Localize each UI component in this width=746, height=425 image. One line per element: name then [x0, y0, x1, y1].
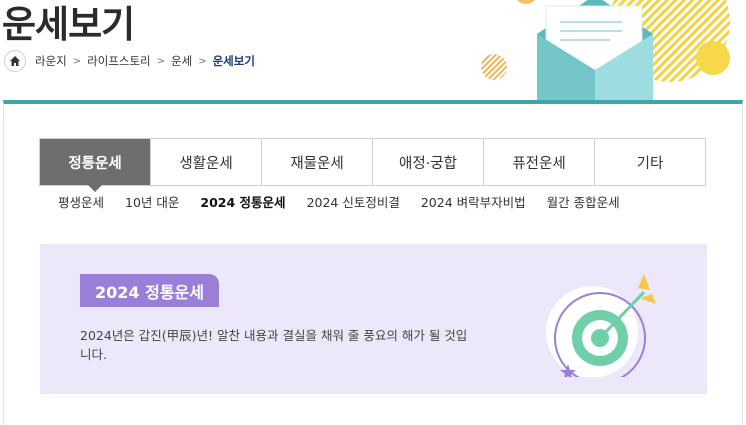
tab-fusion[interactable]: 퓨전운세 — [484, 139, 595, 185]
target-arrow-icon — [546, 274, 656, 377]
page-title: 운세보기 — [2, 3, 135, 46]
tab-wealth[interactable]: 재물운세 — [262, 139, 373, 185]
subtab-2024-wealth-secret[interactable]: 2024 벼락부자비법 — [421, 192, 526, 211]
banner-description: 2024년은 갑진(甲辰)년! 알찬 내용과 결실을 채워 줄 풍요의 해가 될… — [80, 328, 468, 362]
subtab-monthly[interactable]: 월간 종합운세 — [547, 192, 620, 211]
tab-etc[interactable]: 기타 — [595, 139, 705, 185]
breadcrumb-separator: > — [198, 55, 207, 67]
striped-orange-circle — [481, 54, 507, 80]
small-circle — [517, 0, 535, 4]
envelope-illustration — [481, 0, 730, 100]
breadcrumb-separator: > — [72, 55, 82, 67]
breadcrumb-separator: > — [156, 55, 166, 67]
subtab-10year[interactable]: 10년 대운 — [125, 192, 179, 211]
breadcrumb-current: 운세보기 — [212, 54, 255, 68]
home-button[interactable] — [4, 50, 26, 72]
subtab-lifetime[interactable]: 평생운세 — [58, 192, 104, 211]
banner-badge: 2024 정통운세 — [80, 274, 219, 307]
subtab-2024-tojeong[interactable]: 2024 신토정비결 — [307, 192, 400, 211]
home-icon — [10, 56, 20, 66]
yellow-dot — [696, 41, 730, 75]
tab-life[interactable]: 생활운세 — [151, 139, 262, 185]
fortune-banner: 2024 정통운세 2024년은 갑진(甲辰)년! 알찬 내용과 결실을 채워 … — [40, 244, 707, 394]
breadcrumb-item-lifestory[interactable]: 라이프스토리 — [87, 53, 150, 69]
tab-love[interactable]: 애정·궁합 — [373, 139, 484, 185]
breadcrumb-item-lounge[interactable]: 라운지 — [35, 53, 67, 69]
breadcrumb-item-fortune[interactable]: 운세 — [171, 53, 192, 69]
breadcrumb: 라운지 > 라이프스토리 > 운세 > 운세보기 — [4, 50, 256, 72]
sub-tabs: 평생운세 10년 대운 2024 정통운세 2024 신토정비결 2024 벼락… — [58, 192, 641, 211]
subtab-2024-traditional[interactable]: 2024 정통운세 — [200, 192, 285, 211]
tab-traditional[interactable]: 정통운세 — [40, 139, 151, 192]
category-tabs: 정통운세 생활운세 재물운세 애정·궁합 퓨전운세 기타 — [39, 138, 706, 192]
